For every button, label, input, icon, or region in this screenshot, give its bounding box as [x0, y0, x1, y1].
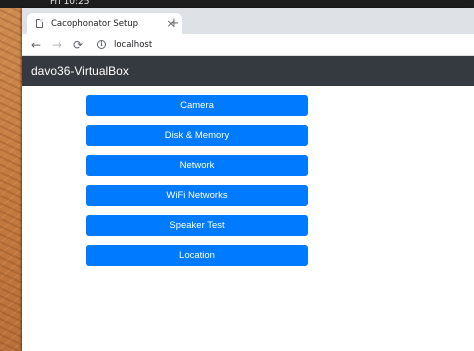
camera-button[interactable]: Camera	[86, 95, 308, 116]
reload-icon[interactable]: ⟳	[69, 36, 87, 54]
system-top-bar: Fri 10:25	[0, 0, 474, 8]
navbar-brand[interactable]: davo36-VirtualBox	[31, 64, 129, 78]
browser-window: Cacophonator Setup × + ← → ⟳ i localhost…	[22, 8, 474, 351]
address-bar[interactable]: i localhost	[97, 36, 474, 54]
url-text[interactable]: localhost	[114, 40, 152, 50]
browser-toolbar: ← → ⟳ i localhost	[22, 34, 474, 56]
main-content: Camera Disk & Memory Network WiFi Networ…	[22, 86, 474, 351]
app-navbar: davo36-VirtualBox	[22, 56, 474, 86]
wifi-networks-button[interactable]: WiFi Networks	[86, 185, 308, 206]
forward-arrow-icon[interactable]: →	[48, 36, 66, 54]
network-button[interactable]: Network	[86, 155, 308, 176]
location-button[interactable]: Location	[86, 245, 308, 266]
new-tab-plus-icon[interactable]: +	[166, 16, 182, 32]
page-icon	[36, 19, 43, 28]
tab-cacophonator-setup[interactable]: Cacophonator Setup ×	[27, 13, 182, 34]
site-info-icon[interactable]: i	[97, 40, 106, 49]
tab-title: Cacophonator Setup	[51, 18, 139, 29]
speaker-test-button[interactable]: Speaker Test	[86, 215, 308, 236]
tab-strip: Cacophonator Setup × +	[22, 8, 474, 34]
system-clock[interactable]: Fri 10:25	[50, 0, 90, 8]
back-arrow-icon[interactable]: ←	[27, 36, 45, 54]
disk-memory-button[interactable]: Disk & Memory	[86, 125, 308, 146]
